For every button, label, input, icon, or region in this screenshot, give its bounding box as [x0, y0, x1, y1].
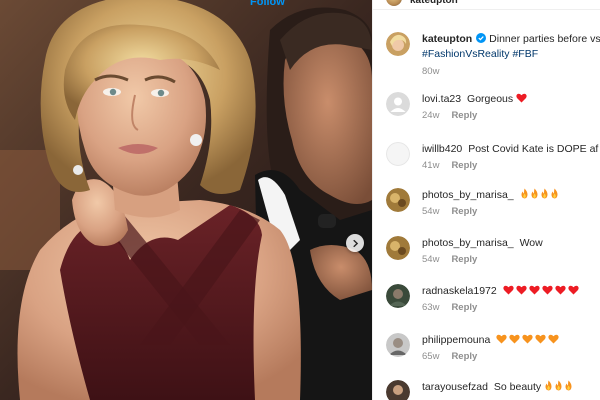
reply-button[interactable]: Reply — [451, 160, 477, 171]
comment-time: 24w — [422, 110, 440, 121]
caption-hashtags[interactable]: #FashionVsReality #FBF — [422, 47, 600, 61]
default-avatar-icon — [386, 92, 410, 116]
post-header: kateupton — [373, 0, 600, 10]
red-heart-icon — [516, 285, 527, 295]
red-heart-icon — [516, 93, 527, 103]
fire-icon — [545, 380, 552, 391]
red-heart-icon — [555, 285, 566, 295]
fire-icon — [565, 380, 572, 391]
post-image — [0, 0, 372, 400]
post-photo[interactable] — [0, 0, 372, 400]
caption-time: 80w — [422, 66, 440, 77]
comment-time: 54w — [422, 254, 440, 265]
reply-button[interactable]: Reply — [451, 110, 477, 121]
comment-username[interactable]: philippemouna — [422, 334, 490, 346]
comment-username[interactable]: kateupton — [422, 33, 472, 45]
red-heart-icon — [529, 285, 540, 295]
comments-panel: kateupton kateupton Dinner parties before… — [372, 0, 600, 400]
comment-username[interactable]: lovi.ta23 — [422, 93, 461, 105]
comment-time: 65w — [422, 351, 440, 362]
avatar[interactable] — [386, 333, 410, 357]
orange-heart-icon — [535, 334, 546, 344]
avatar[interactable] — [386, 92, 410, 116]
avatar[interactable] — [386, 0, 402, 6]
fire-icon — [531, 188, 538, 199]
comment-text: Post Covid Kate is DOPE af — [468, 143, 599, 155]
reply-button[interactable]: Reply — [451, 206, 477, 217]
comment-username[interactable]: photos_by_marisa_ — [422, 189, 514, 201]
follow-button-top[interactable]: Follow — [250, 0, 285, 8]
comment-text: So beauty — [493, 381, 542, 393]
caption-text: Dinner parties before vs af — [489, 33, 600, 45]
comment-time: 54w — [422, 206, 440, 217]
post-viewer: Follow kateupton kateupton Dinner parties… — [0, 0, 600, 400]
avatar[interactable] — [386, 284, 410, 308]
red-heart-icon — [503, 285, 514, 295]
comment-username[interactable]: iwillb420 — [422, 143, 462, 155]
reply-button[interactable]: Reply — [451, 254, 477, 265]
fire-icon — [541, 188, 548, 199]
comment-time: 63w — [422, 302, 440, 313]
comment-username[interactable]: radnaskela1972 — [422, 285, 497, 297]
avatar[interactable] — [386, 142, 410, 166]
comment-username[interactable]: photos_by_marisa_ — [422, 237, 514, 249]
avatar[interactable] — [386, 188, 410, 212]
orange-heart-icon — [522, 334, 533, 344]
fire-icon — [555, 380, 562, 391]
reply-button[interactable]: Reply — [451, 351, 477, 362]
fire-icon — [521, 188, 528, 199]
next-photo-button[interactable] — [346, 234, 364, 252]
reply-button[interactable]: Reply — [451, 302, 477, 313]
fire-icon — [551, 188, 558, 199]
comment-text: Gorgeous — [467, 93, 514, 105]
verified-badge-icon — [476, 33, 487, 43]
avatar[interactable] — [386, 236, 410, 260]
comment-time: 41w — [422, 160, 440, 171]
red-heart-icon — [542, 285, 553, 295]
avatar[interactable] — [386, 32, 410, 56]
comment-text: Wow — [519, 237, 543, 249]
chevron-right-icon — [352, 239, 358, 247]
header-username[interactable]: kateupton — [410, 0, 458, 6]
avatar[interactable] — [386, 380, 410, 400]
orange-heart-icon — [509, 334, 520, 344]
red-heart-icon — [568, 285, 579, 295]
orange-heart-icon — [496, 334, 507, 344]
orange-heart-icon — [548, 334, 559, 344]
comment-username[interactable]: tarayousefzad — [422, 381, 488, 393]
